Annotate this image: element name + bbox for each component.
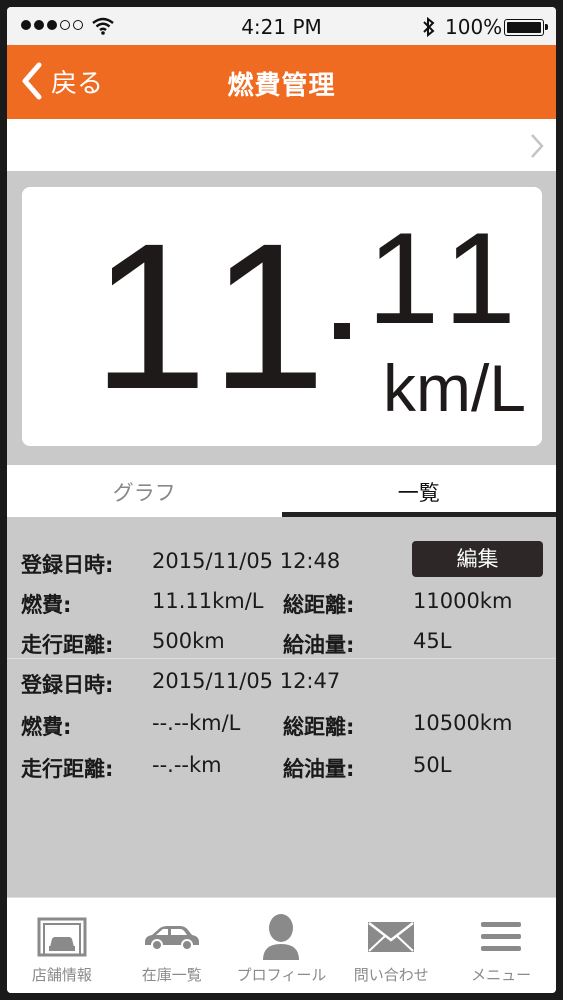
tab-label: 問い合わせ	[353, 966, 429, 984]
tab-inventory[interactable]: 在庫一覧	[117, 898, 227, 993]
tab-contact[interactable]: 問い合わせ	[336, 898, 446, 993]
refuel-amount-value: 45L	[413, 629, 452, 653]
edit-button[interactable]: 編集	[412, 541, 543, 577]
refuel-amount-label: 給油量:	[283, 757, 355, 781]
tab-label: 店舗情報	[31, 966, 92, 984]
decimal-point	[334, 323, 350, 339]
fuel-value: --.--km/L	[152, 711, 241, 735]
fuel-value: 11.11km/L	[152, 589, 264, 613]
record-fuel-row: 燃費: 11.11km/L 総距離: 11000km	[7, 579, 556, 619]
refuel-amount-label: 給油量:	[283, 633, 355, 657]
person-icon	[263, 914, 300, 960]
list-item: 登録日時: 2015/11/05 12:48 編集 燃費: 11.11km/L …	[7, 517, 556, 659]
total-distance-value: 11000km	[413, 589, 513, 613]
view-tabs: グラフ 一覧	[7, 465, 556, 517]
app-screen: 4:21 PM 100% 戻る 燃費管理 11 11 km/L グラフ 一覧 登…	[7, 7, 556, 993]
tab-label: メニュー	[471, 966, 532, 984]
total-distance-label: 総距離:	[283, 593, 355, 617]
bottom-tab-bar: 店舗情報 在庫一覧 プロフィール 問い合わせ メニュー	[7, 897, 556, 993]
fuel-economy-decimal: 11	[367, 205, 530, 351]
total-distance-value: 10500km	[413, 711, 513, 735]
fuel-economy-card: 11 11 km/L	[22, 187, 542, 446]
date-label: 登録日時:	[21, 553, 114, 577]
trip-distance-label: 走行距離:	[21, 633, 114, 657]
record-date-row: 登録日時: 2015/11/05 12:47	[7, 659, 556, 699]
tab-profile[interactable]: プロフィール	[227, 898, 337, 993]
hamburger-menu-icon	[481, 922, 522, 951]
record-trip-row: 走行距離: --.--km 給油量: 50L	[7, 743, 556, 783]
fuel-economy-unit: km/L	[382, 351, 526, 425]
battery-percent: 100%	[445, 15, 503, 39]
tab-menu[interactable]: メニュー	[446, 898, 556, 993]
fuel-economy-integer: 11	[92, 201, 344, 433]
tab-list[interactable]: 一覧	[281, 465, 557, 517]
tab-graph[interactable]: グラフ	[7, 465, 282, 517]
date-label: 登録日時:	[21, 673, 114, 697]
date-value: 2015/11/05 12:48	[152, 549, 341, 573]
envelope-icon	[368, 922, 415, 952]
tab-label: 在庫一覧	[141, 966, 202, 984]
garage-icon	[37, 917, 87, 957]
trip-distance-value: --.--km	[152, 753, 222, 777]
battery-icon	[504, 19, 548, 36]
fuel-label: 燃費:	[21, 593, 72, 617]
navigation-bar: 戻る 燃費管理	[7, 45, 556, 119]
chevron-right-icon	[531, 134, 544, 158]
fuel-records-list: 登録日時: 2015/11/05 12:48 編集 燃費: 11.11km/L …	[7, 517, 556, 801]
record-fuel-row: 燃費: --.--km/L 総距離: 10500km	[7, 701, 556, 741]
date-value: 2015/11/05 12:47	[152, 669, 341, 693]
trip-distance-value: 500km	[152, 629, 225, 653]
tab-label: プロフィール	[236, 966, 327, 984]
record-trip-row: 走行距離: 500km 給油量: 45L	[7, 619, 556, 659]
car-icon	[144, 926, 199, 951]
bluetooth-icon	[423, 16, 435, 38]
trip-distance-label: 走行距離:	[21, 757, 114, 781]
refuel-amount-value: 50L	[413, 753, 452, 777]
list-item: 登録日時: 2015/11/05 12:47 燃費: --.--km/L 総距離…	[7, 659, 556, 801]
page-title: 燃費管理	[227, 71, 336, 101]
status-bar: 4:21 PM 100%	[7, 7, 556, 45]
total-distance-label: 総距離:	[283, 715, 355, 739]
vehicle-selector-row[interactable]	[7, 119, 556, 171]
tab-store-info[interactable]: 店舗情報	[7, 898, 117, 993]
fuel-label: 燃費:	[21, 715, 72, 739]
